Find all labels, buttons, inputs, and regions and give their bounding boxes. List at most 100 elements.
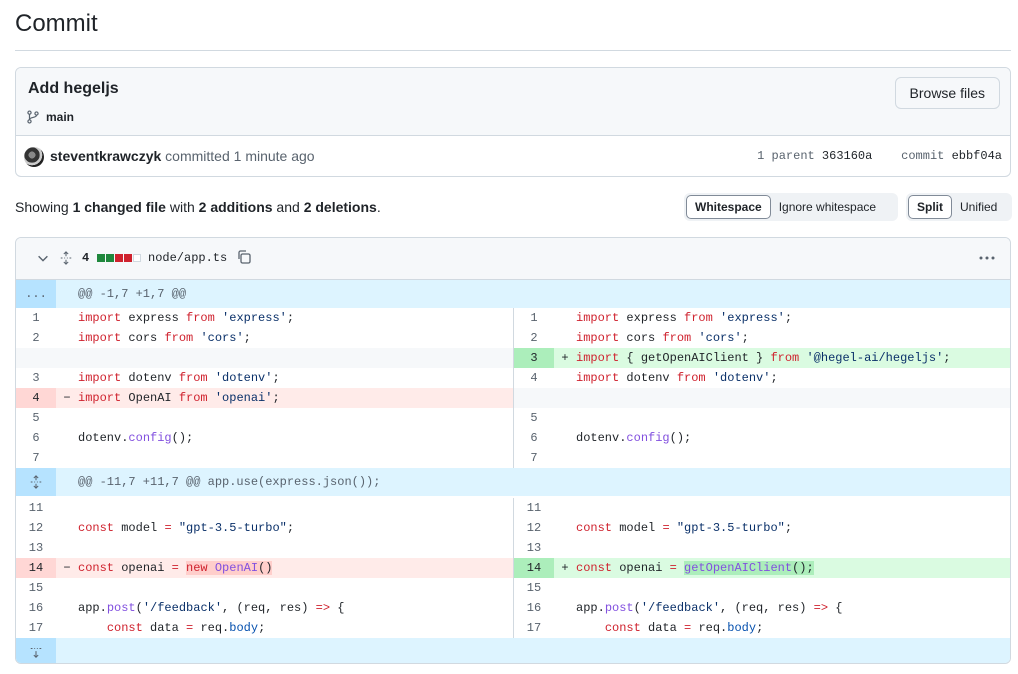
expand-both-button[interactable] [16, 468, 56, 496]
code-line: app.post('/feedback', (req, res) => { [78, 601, 345, 615]
line-number[interactable]: 11 [514, 498, 554, 518]
summary-suffix: . [376, 199, 381, 215]
diff-row: 13 13 [16, 538, 1010, 558]
summary-deletions: 2 deletions [303, 199, 377, 215]
line-number[interactable]: 7 [16, 448, 56, 468]
line-number[interactable]: 6 [514, 428, 554, 448]
arrow-down-icon [30, 647, 42, 658]
summary-mid2: and [272, 199, 304, 215]
line-number[interactable]: 15 [514, 578, 554, 598]
commit-header: Add hegeljs main Browse files [16, 68, 1010, 136]
line-number[interactable]: 1 [514, 308, 554, 328]
code-line: import cors from 'cors'; [78, 331, 251, 345]
commit-sha: ebbf04a [951, 149, 1002, 163]
line-number[interactable]: 11 [16, 498, 56, 518]
diff-row: 3 + import { getOpenAIClient } from '@hege… [16, 348, 1010, 368]
diffstat-neutral [133, 254, 141, 262]
empty-cell [16, 348, 513, 368]
author-line: steventkrawczyk committed 1 minute ago [50, 148, 315, 164]
change-count: 4 [82, 251, 90, 265]
line-number[interactable]: 14 [16, 558, 56, 578]
split-view-option[interactable]: Split [908, 195, 952, 219]
line-number[interactable]: 17 [16, 618, 56, 638]
code-line: import cors from 'cors'; [576, 331, 749, 345]
title-divider [15, 50, 1011, 51]
file-path-link[interactable]: node/app.ts [148, 251, 227, 265]
line-number[interactable]: 2 [16, 328, 56, 348]
diff-row: 11 11 [16, 498, 1010, 518]
line-number[interactable]: 5 [16, 408, 56, 428]
file-diff: 4 node/app.ts ... @@ -1,7 +1,7 @@ 1 impor… [15, 237, 1011, 664]
empty-cell [513, 388, 1010, 408]
commit-message: Add hegeljs [28, 80, 119, 97]
unified-view-option[interactable]: Unified [952, 195, 1005, 219]
unfold-icon[interactable] [59, 251, 73, 265]
summary-prefix: Showing [15, 199, 73, 215]
commit-label: commit [901, 149, 945, 163]
summary-mid1: with [165, 199, 199, 215]
line-number[interactable]: 6 [16, 428, 56, 448]
parent-sha-link[interactable]: 363160a [822, 149, 872, 163]
copy-icon[interactable] [236, 249, 252, 265]
unfold-icon [30, 475, 42, 489]
whitespace-option[interactable]: Whitespace [686, 195, 771, 219]
kebab-horizontal-icon[interactable] [978, 251, 996, 265]
code-line: const model = "gpt-3.5-turbo"; [78, 521, 295, 535]
branch-label[interactable]: main [26, 110, 74, 124]
diffstat-del [124, 254, 132, 262]
line-number[interactable]: 13 [16, 538, 56, 558]
line-number[interactable]: 15 [16, 578, 56, 598]
commit-info-box: Add hegeljs main Browse files steventkra… [15, 67, 1011, 177]
diffstat-del [115, 254, 123, 262]
browse-files-button[interactable]: Browse files [894, 77, 1000, 109]
line-number[interactable]: 1 [16, 308, 56, 328]
branch-name: main [46, 110, 75, 124]
page-title: Commit [15, 10, 98, 37]
line-number[interactable]: 7 [514, 448, 554, 468]
diff-row: 4− import OpenAI from 'openai'; [16, 388, 1010, 408]
diffstat-bar [97, 254, 141, 262]
diff-row: 15 15 [16, 578, 1010, 598]
del-marker: − [63, 561, 71, 575]
line-number[interactable]: 17 [514, 618, 554, 638]
commit-action-text: committed 1 minute ago [161, 148, 315, 164]
line-number[interactable]: 14 [514, 558, 554, 578]
diff-row: 6 dotenv.config(); 6 dotenv.config(); [16, 428, 1010, 448]
line-number[interactable]: 12 [16, 518, 56, 538]
line-number[interactable]: 16 [514, 598, 554, 618]
code-line: import { getOpenAIClient } from '@hegel-… [576, 351, 951, 365]
code-line: import OpenAI from 'openai'; [78, 391, 280, 405]
summary-additions: 2 additions [198, 199, 273, 215]
hunk-header: ... @@ -1,7 +1,7 @@ [16, 280, 1010, 308]
line-number[interactable]: 3 [514, 348, 554, 368]
diff-row: 5 5 [16, 408, 1010, 428]
add-marker: + [561, 351, 569, 365]
hunk-header-text: @@ -1,7 +1,7 @@ [78, 287, 187, 301]
commit-shas: 1 parent 363160a commit ebbf04a [757, 149, 1002, 163]
line-number[interactable]: 13 [514, 538, 554, 558]
author-link[interactable]: steventkrawczyk [50, 148, 161, 164]
line-number[interactable]: 4 [514, 368, 554, 388]
diff-row: 17 const data = req.body; 17 const data … [16, 618, 1010, 638]
diff-row: 7 7 [16, 448, 1010, 468]
line-number[interactable]: 4 [16, 388, 56, 408]
chevron-down-icon[interactable] [36, 251, 50, 265]
avatar[interactable] [24, 147, 44, 167]
line-number[interactable]: 16 [16, 598, 56, 618]
line-number[interactable]: 5 [514, 408, 554, 428]
hunk-footer [16, 638, 1010, 663]
line-number[interactable]: 3 [16, 368, 56, 388]
line-number[interactable]: 12 [514, 518, 554, 538]
diff-table: ... @@ -1,7 +1,7 @@ 1 import express from… [16, 280, 1010, 663]
diff-row: 12 const model = "gpt-3.5-turbo"; 12 const… [16, 518, 1010, 538]
diff-row: 2 import cors from 'cors'; 2 import cors f… [16, 328, 1010, 348]
commit-meta: steventkrawczyk committed 1 minute ago 1… [16, 136, 1010, 176]
line-number[interactable]: 2 [514, 328, 554, 348]
expand-down-button[interactable] [16, 638, 56, 663]
add-marker: + [561, 561, 569, 575]
expand-up-button[interactable]: ... [16, 280, 56, 308]
diffstat-add [97, 254, 105, 262]
parent-label: 1 parent [757, 149, 815, 163]
ignore-whitespace-option[interactable]: Ignore whitespace [771, 195, 884, 219]
code-line: import dotenv from 'dotenv'; [78, 371, 280, 385]
